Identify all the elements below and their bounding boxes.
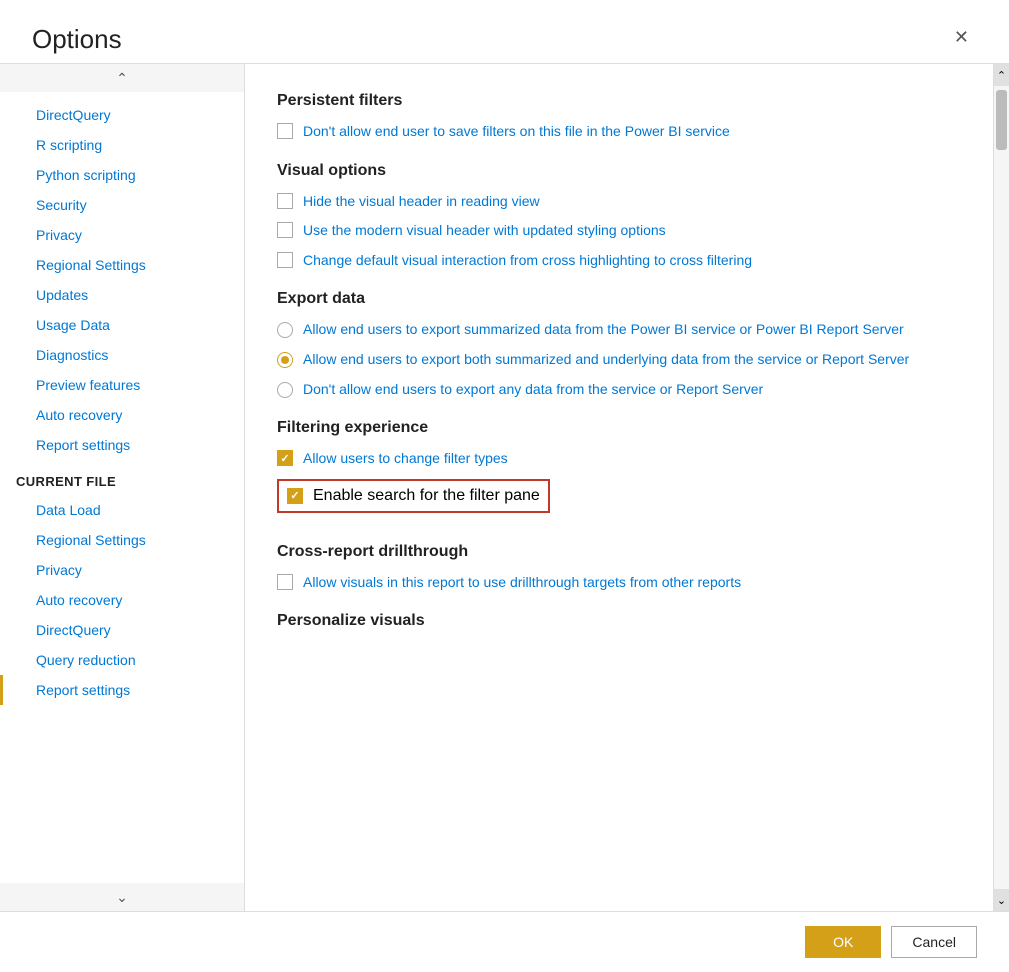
section-title-personalize-visuals: Personalize visuals	[277, 612, 961, 630]
highlighted-option-enable-search: Enable search for the filter pane	[277, 479, 550, 513]
sidebar-item-privacy-cf[interactable]: Privacy	[0, 555, 244, 585]
radio-export-none[interactable]	[277, 382, 293, 398]
content-area: ⌃ DirectQuery R scripting Python scripti…	[0, 64, 1009, 911]
sidebar-item-auto-recovery[interactable]: Auto recovery	[0, 400, 244, 430]
title-bar: Options ✕	[0, 0, 1009, 63]
current-file-label: CURRENT FILE	[0, 460, 244, 495]
sidebar-item-python-scripting[interactable]: Python scripting	[0, 160, 244, 190]
sidebar-item-privacy[interactable]: Privacy	[0, 220, 244, 250]
option-row-drillthrough: Allow visuals in this report to use dril…	[277, 573, 961, 593]
main-scroll-down-button[interactable]: ⌄	[994, 889, 1009, 911]
label-hide-header: Hide the visual header in reading view	[303, 192, 540, 212]
sidebar-item-report-settings-cf[interactable]: Report settings	[0, 675, 244, 705]
sidebar-scroll-container: DirectQuery R scripting Python scripting…	[0, 92, 244, 883]
sidebar-item-preview-features[interactable]: Preview features	[0, 370, 244, 400]
cancel-button[interactable]: Cancel	[891, 926, 977, 958]
link-drillthrough-targets[interactable]: drillthrough targets	[510, 574, 626, 590]
section-title-persistent-filters: Persistent filters	[277, 92, 961, 110]
section-visual-options: Visual options Hide the visual header in…	[277, 162, 961, 271]
sidebar-item-usage-data[interactable]: Usage Data	[0, 310, 244, 340]
section-personalize-visuals: Personalize visuals	[277, 612, 961, 630]
main-scrollbar-thumb[interactable]	[996, 90, 1007, 150]
checkbox-persistent-filters[interactable]	[277, 123, 293, 139]
section-title-export-data: Export data	[277, 290, 961, 308]
label-persistent-filters: Don't allow end user to save filters on …	[303, 122, 730, 142]
checkbox-modern-header[interactable]	[277, 222, 293, 238]
option-row-modern-header: Use the modern visual header with update…	[277, 221, 961, 241]
link-highlighting[interactable]: highlighting	[579, 252, 650, 268]
main-scroll-up-button[interactable]: ⌃	[994, 64, 1009, 86]
label-export-both: Allow end users to export both summarize…	[303, 350, 909, 370]
sidebar-item-updates[interactable]: Updates	[0, 280, 244, 310]
section-title-visual-options: Visual options	[277, 162, 961, 180]
option-row-visual-interaction: Change default visual interaction from c…	[277, 251, 961, 271]
checkbox-drillthrough[interactable]	[277, 574, 293, 590]
section-export-data: Export data Allow end users to export su…	[277, 290, 961, 399]
option-row-export-both: Allow end users to export both summarize…	[277, 350, 961, 370]
label-visual-interaction: Change default visual interaction from c…	[303, 251, 752, 271]
section-filtering-experience: Filtering experience Allow users to chan…	[277, 419, 961, 523]
main-scrollbar-track	[994, 86, 1009, 889]
sidebar-item-directquery-cf[interactable]: DirectQuery	[0, 615, 244, 645]
sidebar-item-report-settings[interactable]: Report settings	[0, 430, 244, 460]
option-row-hide-header: Hide the visual header in reading view	[277, 192, 961, 212]
label-enable-search: Enable search for the filter pane	[313, 487, 540, 505]
label-export-none: Don't allow end users to export any data…	[303, 380, 763, 400]
checkbox-hide-header[interactable]	[277, 193, 293, 209]
checkbox-change-filter-types[interactable]	[277, 450, 293, 466]
sidebar-item-regional-settings-cf[interactable]: Regional Settings	[0, 525, 244, 555]
sidebar-item-r-scripting[interactable]: R scripting	[0, 130, 244, 160]
main-scroll-container: Persistent filters Don't allow end user …	[245, 64, 993, 911]
radio-export-summarized[interactable]	[277, 322, 293, 338]
main-content: Persistent filters Don't allow end user …	[245, 64, 993, 911]
sidebar-scroll-up-button[interactable]: ⌃	[0, 64, 244, 92]
option-row-export-summarized: Allow end users to export summarized dat…	[277, 320, 961, 340]
sidebar-item-security[interactable]: Security	[0, 190, 244, 220]
option-row-change-filter-types: Allow users to change filter types	[277, 449, 961, 469]
main-scrollbar: ⌃ ⌄	[993, 64, 1009, 911]
sidebar-item-directquery[interactable]: DirectQuery	[0, 100, 244, 130]
sidebar-item-auto-recovery-cf[interactable]: Auto recovery	[0, 585, 244, 615]
sidebar-item-data-load[interactable]: Data Load	[0, 495, 244, 525]
checkbox-enable-search[interactable]	[287, 488, 303, 504]
option-row: Don't allow end user to save filters on …	[277, 122, 961, 142]
section-cross-report: Cross-report drillthrough Allow visuals …	[277, 543, 961, 593]
checkbox-visual-interaction[interactable]	[277, 252, 293, 268]
label-export-summarized: Allow end users to export summarized dat…	[303, 320, 904, 340]
label-modern-header: Use the modern visual header with update…	[303, 221, 666, 241]
sidebar: ⌃ DirectQuery R scripting Python scripti…	[0, 64, 245, 911]
close-button[interactable]: ✕	[946, 24, 977, 50]
dialog-title: Options	[32, 24, 122, 55]
option-row-export-none: Don't allow end users to export any data…	[277, 380, 961, 400]
section-title-filtering: Filtering experience	[277, 419, 961, 437]
footer: OK Cancel	[0, 911, 1009, 972]
label-change-filter-types: Allow users to change filter types	[303, 449, 508, 469]
sidebar-item-diagnostics[interactable]: Diagnostics	[0, 340, 244, 370]
section-title-cross-report: Cross-report drillthrough	[277, 543, 961, 561]
sidebar-scroll-down-button[interactable]: ⌄	[0, 883, 244, 911]
ok-button[interactable]: OK	[805, 926, 881, 958]
sidebar-item-regional-settings[interactable]: Regional Settings	[0, 250, 244, 280]
options-dialog: Options ✕ ⌃ DirectQuery R scripting Pyth…	[0, 0, 1009, 972]
section-persistent-filters: Persistent filters Don't allow end user …	[277, 92, 961, 142]
sidebar-item-query-reduction[interactable]: Query reduction	[0, 645, 244, 675]
label-drillthrough: Allow visuals in this report to use dril…	[303, 573, 741, 593]
radio-export-both[interactable]	[277, 352, 293, 368]
